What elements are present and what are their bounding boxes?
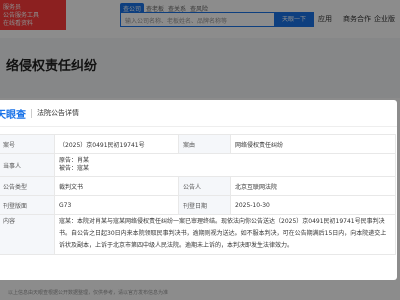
announcement-detail-table: 案号 （2025）京0491民初19741号 案由 网络侵权责任纠纷 当事人 原… xyxy=(0,134,396,255)
content-label: 内容 xyxy=(0,214,55,255)
header-divider xyxy=(31,108,32,118)
type-label: 公告类型 xyxy=(0,176,55,196)
case-no-value: （2025）京0491民初19741号 xyxy=(54,134,179,154)
announcer-label: 公告人 xyxy=(178,176,231,196)
table-row: 案号 （2025）京0491民初19741号 案由 网络侵权责任纠纷 xyxy=(0,134,396,154)
table-row: 内容 寇某：本院对肖某与寇某网络侵权责任纠纷一案已审理终结。现依法向你公告送达（… xyxy=(0,214,396,255)
announcer-value: 北京互联网法院 xyxy=(230,176,396,196)
defendant: 被告：寇某 xyxy=(59,165,90,172)
parties-label: 当事人 xyxy=(0,153,55,177)
plaintiff: 原告：肖某 xyxy=(59,157,90,164)
case-no-label: 案号 xyxy=(0,134,55,154)
modal-header: 天眼查 法院公告详情 xyxy=(0,100,397,127)
content-value: 寇某：本院对肖某与寇某网络侵权责任纠纷一案已审理终结。现依法向你公告送达（202… xyxy=(54,214,396,255)
court-label: 刊登版面 xyxy=(0,195,55,215)
table-row: 刊登版面 G73 刊登日期 2025-10-30 xyxy=(0,195,396,215)
type-value: 裁判文书 xyxy=(54,176,179,196)
date-label: 刊登日期 xyxy=(178,195,231,215)
tianyancha-logo: 天眼查 xyxy=(0,109,26,121)
cause-label: 案由 xyxy=(178,134,231,154)
cause-value: 网络侵权责任纠纷 xyxy=(230,134,396,154)
modal-title: 法院公告详情 xyxy=(37,109,79,117)
announcement-detail-modal: 天眼查 法院公告详情 案号 （2025）京0491民初19741号 案由 网络侵… xyxy=(0,100,397,280)
parties-value: 原告：肖某 被告：寇某 xyxy=(54,153,396,177)
date-value: 2025-10-30 xyxy=(230,195,396,215)
table-row: 公告类型 裁判文书 公告人 北京互联网法院 xyxy=(0,176,396,196)
court-value: G73 xyxy=(54,195,179,215)
table-row: 当事人 原告：肖某 被告：寇某 xyxy=(0,153,396,177)
